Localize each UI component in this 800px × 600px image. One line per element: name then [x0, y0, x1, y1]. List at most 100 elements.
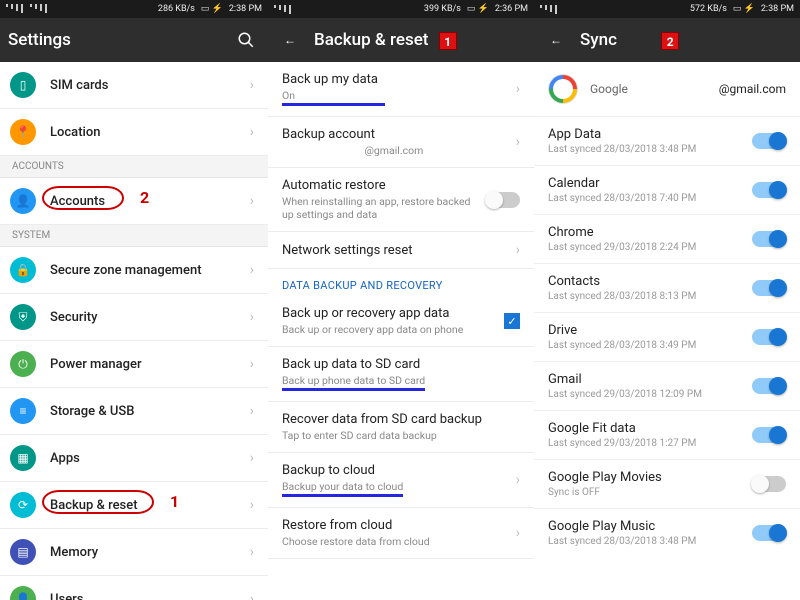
sync-item-label: Google Play Movies: [548, 470, 742, 485]
sync-item-label: Drive: [548, 323, 742, 338]
list-item-users[interactable]: 👤Users›: [0, 576, 268, 600]
toggle-switch[interactable]: [486, 192, 520, 208]
list-item-storage[interactable]: ≡Storage & USB›: [0, 388, 268, 435]
app-bar: ← Sync 2: [534, 18, 800, 62]
toggle-switch[interactable]: [752, 378, 786, 394]
list-item-secure-zone[interactable]: 🔒Secure zone management›: [0, 247, 268, 294]
toggle-switch[interactable]: [752, 329, 786, 345]
status-bar: 286 KB/s ▭ ⚡ 2:38 PM: [0, 0, 268, 18]
account-email: @gmail.com: [719, 82, 786, 96]
net-speed: 572 KB/s: [690, 4, 727, 14]
item-backup-account[interactable]: Backup account @gmail.com ›: [268, 117, 534, 168]
chevron-right-icon: ›: [516, 472, 520, 488]
list-item-memory[interactable]: ▤Memory›: [0, 529, 268, 576]
item-backup-my-data[interactable]: Back up my data On ›: [268, 62, 534, 117]
chevron-right-icon: ›: [516, 525, 520, 541]
sync-item-label: Calendar: [548, 176, 742, 191]
item-recover-sd[interactable]: Recover data from SD card backup Tap to …: [268, 402, 534, 453]
item-label: Memory: [50, 545, 236, 560]
toggle-switch[interactable]: [752, 280, 786, 296]
net-speed: 286 KB/s: [158, 4, 195, 14]
item-restore-cloud[interactable]: Restore from cloud Choose restore data f…: [268, 508, 534, 559]
toggle-switch[interactable]: [752, 525, 786, 541]
item-sub: Choose restore data from cloud: [282, 535, 506, 548]
chevron-right-icon: ›: [250, 544, 254, 560]
sync-item-label: Google Play Music: [548, 519, 742, 534]
location-icon: 📍: [10, 119, 36, 145]
list-item-security[interactable]: ⛨Security›: [0, 294, 268, 341]
item-backup-recovery-app-data[interactable]: Back up or recovery app data Back up or …: [268, 296, 534, 347]
list-item-backup[interactable]: ⟳ Backup & reset › 1: [0, 482, 268, 529]
chevron-right-icon: ›: [250, 356, 254, 372]
sync-item[interactable]: ContactsLast synced 28/03/2018 8:13 PM: [534, 263, 800, 312]
item-automatic-restore[interactable]: Automatic restore When reinstalling an a…: [268, 168, 534, 232]
battery-icon: ▭ ⚡: [467, 4, 489, 14]
item-label: Network settings reset: [282, 243, 506, 258]
chevron-right-icon: ›: [516, 81, 520, 97]
net-speed: 399 KB/s: [424, 4, 461, 14]
sync-item[interactable]: Google Play MoviesSync is OFF: [534, 459, 800, 508]
sync-item-label: Google Fit data: [548, 421, 742, 436]
sync-item[interactable]: App DataLast synced 28/03/2018 3:48 PM: [534, 116, 800, 165]
backup-icon: ⟳: [10, 492, 36, 518]
shield-icon: ⛨: [10, 304, 36, 330]
sync-item-sub: Last synced 29/03/2018 1:27 PM: [548, 438, 742, 449]
sync-item-sub: Last synced 28/03/2018 7:40 PM: [548, 193, 742, 204]
item-label: Backup & reset: [50, 498, 236, 513]
item-sub: Back up phone data to SD card: [282, 374, 520, 391]
sync-item[interactable]: Calendar Last synced 28/03/2018 7:40 PM: [534, 165, 800, 214]
sync-item[interactable]: DriveLast synced 28/03/2018 3:49 PM: [534, 312, 800, 361]
list-item-sim[interactable]: ▯ SIM cards ›: [0, 62, 268, 109]
chevron-right-icon: ›: [250, 262, 254, 278]
toggle-switch[interactable]: [752, 476, 786, 492]
sync-item[interactable]: Google Fit data Last synced 29/03/2018 1:…: [534, 410, 800, 459]
sync-item[interactable]: GmailLast synced 29/03/2018 12:09 PM: [534, 361, 800, 410]
title-text: Backup & reset: [314, 30, 428, 50]
annotation-badge: 2: [661, 32, 679, 50]
status-bar: 399 KB/s ▭ ⚡ 2:36 PM: [268, 0, 534, 18]
list-item-apps[interactable]: ▦Apps›: [0, 435, 268, 482]
sync-item-sub: Last synced 28/03/2018 8:13 PM: [548, 291, 742, 302]
section-header-accounts: ACCOUNTS: [0, 156, 268, 178]
account-header[interactable]: Google @gmail.com: [534, 62, 800, 116]
page-title: Sync 2: [580, 30, 792, 50]
list-item-location[interactable]: 📍 Location ›: [0, 109, 268, 156]
checkbox-checked[interactable]: ✓: [504, 313, 520, 329]
back-icon[interactable]: ←: [276, 26, 304, 54]
annotation-number: 1: [170, 492, 179, 511]
battery-icon: ▭ ⚡: [733, 4, 755, 14]
chevron-right-icon: ›: [250, 497, 254, 513]
toggle-switch[interactable]: [752, 182, 786, 198]
apps-icon: ▦: [10, 445, 36, 471]
clock: 2:38 PM: [761, 4, 794, 14]
item-sub: @gmail.com: [282, 144, 506, 157]
list-item-power[interactable]: ⏻Power manager›: [0, 341, 268, 388]
item-backup-sd[interactable]: Back up data to SD card Back up phone da…: [268, 347, 534, 402]
sync-item[interactable]: Google Play MusicLast synced 28/03/2018 …: [534, 508, 800, 557]
search-icon[interactable]: [232, 26, 260, 54]
signal-icon: [274, 5, 292, 14]
item-backup-cloud[interactable]: Backup to cloud Backup your data to clou…: [268, 453, 534, 508]
sync-item[interactable]: Chrome Last synced 29/03/2018 2:24 PM: [534, 214, 800, 263]
clock: 2:38 PM: [229, 4, 262, 14]
toggle-switch[interactable]: [752, 231, 786, 247]
item-sub: Backup your data to cloud: [282, 480, 506, 497]
toggle-switch[interactable]: [752, 133, 786, 149]
item-network-reset[interactable]: Network settings reset ›: [268, 232, 534, 269]
list-item-accounts[interactable]: 👤 Accounts › 2: [0, 178, 268, 225]
sync-item-sub: Last synced 29/03/2018 2:24 PM: [548, 242, 742, 253]
annotation-badge: 1: [439, 32, 457, 50]
chevron-right-icon: ›: [250, 193, 254, 209]
item-label: Security: [50, 310, 236, 325]
signal-icon: [540, 5, 558, 14]
item-sub: On: [282, 89, 506, 106]
battery-icon: ▭ ⚡: [201, 4, 223, 14]
lock-icon: 🔒: [10, 257, 36, 283]
google-logo-icon: [548, 74, 578, 104]
screen-sync: 572 KB/s ▭ ⚡ 2:38 PM ← Sync 2 Google @gm…: [534, 0, 800, 600]
toggle-switch[interactable]: [752, 427, 786, 443]
sync-item-label: Chrome: [548, 225, 742, 240]
section-header-system: SYSTEM: [0, 225, 268, 247]
storage-icon: ≡: [10, 398, 36, 424]
back-icon[interactable]: ←: [542, 26, 570, 54]
